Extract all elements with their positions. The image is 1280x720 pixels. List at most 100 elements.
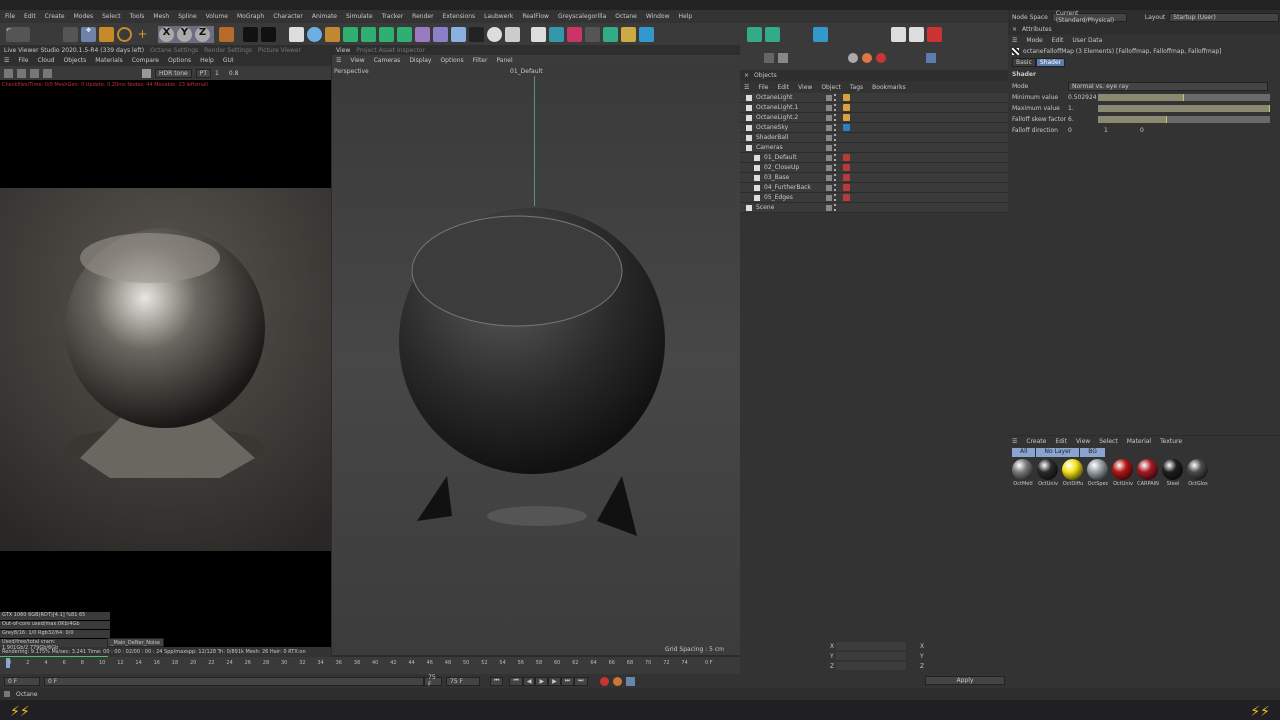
visibility-dots-icon[interactable] xyxy=(834,194,838,201)
render-view-button[interactable] xyxy=(243,26,258,42)
play-button[interactable]: ▶ xyxy=(535,676,549,686)
mode-dropdown[interactable]: Normal vs. eye ray xyxy=(1068,82,1268,91)
disc-icon[interactable] xyxy=(307,26,322,42)
close-icon[interactable]: × xyxy=(1012,26,1017,33)
object-name[interactable]: Scene xyxy=(756,204,826,211)
falloff-skew-input[interactable]: 6. xyxy=(1068,116,1098,123)
menu-mesh[interactable]: Mesh xyxy=(153,13,169,20)
direction-y-input[interactable]: 1 xyxy=(1104,127,1140,134)
hamburger-icon[interactable]: ☰ xyxy=(744,84,749,91)
field-icon[interactable] xyxy=(433,26,448,42)
minimum-value-slider[interactable] xyxy=(1098,94,1270,101)
hamburger-icon[interactable]: ☰ xyxy=(4,57,9,64)
material-swatch[interactable]: CARPAIN xyxy=(1137,459,1159,487)
obj-menu-object[interactable]: Object xyxy=(821,84,841,91)
light-tag-icon[interactable] xyxy=(843,114,850,121)
light-icon[interactable] xyxy=(487,26,502,42)
value-b-input[interactable]: 0.8 xyxy=(229,70,239,77)
menu-extensions[interactable]: Extensions xyxy=(443,13,476,20)
vp-menu-options[interactable]: Options xyxy=(440,57,463,64)
object-name[interactable]: OctaneSky xyxy=(756,124,826,131)
light-tag-icon[interactable] xyxy=(843,104,850,111)
obj-menu-edit[interactable]: Edit xyxy=(777,84,789,91)
sculpt-icon[interactable] xyxy=(603,26,618,42)
move-tool-button[interactable]: ✥ xyxy=(81,26,96,42)
falloff-skew-slider[interactable] xyxy=(1098,116,1270,123)
download-icon[interactable] xyxy=(505,26,520,42)
layer-checkbox[interactable] xyxy=(826,194,832,201)
direction-z-input[interactable]: 0 xyxy=(1140,127,1176,134)
lv-menu-objects[interactable]: Objects xyxy=(64,57,87,64)
3d-viewport[interactable]: Perspective 01_Default Grid Spacing : 5 … xyxy=(332,66,740,655)
rotate-tool-button[interactable] xyxy=(117,26,132,42)
cloner-icon[interactable] xyxy=(379,26,394,42)
layer-checkbox[interactable] xyxy=(826,94,832,101)
vp-menu-filter[interactable]: Filter xyxy=(473,57,488,64)
tool-icon[interactable] xyxy=(778,52,788,63)
next-key-button[interactable]: ⏭ xyxy=(560,676,575,686)
tab-asset-inspector[interactable]: Project Asset Inspector xyxy=(356,47,425,54)
select-tool-button[interactable] xyxy=(63,26,78,42)
lv-menu-compare[interactable]: Compare xyxy=(132,57,159,64)
material-ball-icon[interactable] xyxy=(876,52,886,63)
object-name[interactable]: 04_FurtherBack xyxy=(764,184,826,191)
layer-checkbox[interactable] xyxy=(826,134,832,141)
camera-tag-icon[interactable] xyxy=(843,154,850,161)
coordinate-system-button[interactable] xyxy=(219,26,234,42)
material-swatch[interactable]: Steel xyxy=(1162,459,1184,487)
go-to-end-button[interactable]: ⏭ xyxy=(574,676,588,686)
laubwerk-icon[interactable] xyxy=(813,26,828,42)
mat-menu-edit[interactable]: Edit xyxy=(1055,438,1067,445)
object-name[interactable]: Cameras xyxy=(756,144,826,151)
node-space-dropdown[interactable]: Current (Standard/Physical) xyxy=(1051,10,1127,24)
autokey-icon[interactable] xyxy=(612,676,622,686)
lv-menu-gui[interactable]: GUI xyxy=(223,57,234,64)
pause-icon[interactable] xyxy=(30,68,39,78)
tab-octane-settings[interactable]: Octane Settings xyxy=(150,47,198,54)
record-icon[interactable] xyxy=(599,676,609,686)
octane-settings-icon[interactable] xyxy=(585,26,600,42)
mat-menu-material[interactable]: Material xyxy=(1127,438,1151,445)
mograph-icon[interactable] xyxy=(397,26,412,42)
material-swatch[interactable]: OctSpec xyxy=(1087,459,1109,487)
object-row[interactable]: OctaneSky xyxy=(740,123,1008,133)
object-row[interactable]: Scene xyxy=(740,203,1008,213)
visibility-dots-icon[interactable] xyxy=(834,104,838,111)
octane-objects-icon[interactable] xyxy=(549,26,564,42)
light-tag-icon[interactable] xyxy=(843,94,850,101)
object-row[interactable]: ShaderBall xyxy=(740,133,1008,143)
layout-dropdown[interactable]: Startup (User) xyxy=(1169,12,1280,22)
layer-checkbox[interactable] xyxy=(826,184,832,191)
send-scene-icon[interactable] xyxy=(4,68,13,78)
scale-tool-button[interactable] xyxy=(99,26,114,42)
obj-menu-bookmarks[interactable]: Bookmarks xyxy=(872,84,906,91)
object-row[interactable]: 01_Default xyxy=(740,153,1008,163)
obj-menu-file[interactable]: File xyxy=(758,84,768,91)
menu-laubwerk[interactable]: Laubwerk xyxy=(484,13,513,20)
preview-end-input[interactable]: 75 F xyxy=(424,674,442,688)
menu-render[interactable]: Render xyxy=(412,13,433,20)
filter-all[interactable]: All xyxy=(1012,447,1036,457)
render-icon[interactable] xyxy=(926,52,936,63)
camera-tag-icon[interactable] xyxy=(843,174,850,181)
filter-no-layer[interactable]: No Layer xyxy=(1036,447,1080,457)
visibility-dots-icon[interactable] xyxy=(834,164,838,171)
stop-icon[interactable] xyxy=(43,68,52,78)
restart-icon[interactable] xyxy=(17,68,26,78)
mat-menu-select[interactable]: Select xyxy=(1099,438,1118,445)
coord-input[interactable] xyxy=(836,652,906,660)
octane-tools-icon[interactable] xyxy=(531,26,546,42)
object-name[interactable]: 05_Edges xyxy=(764,194,826,201)
menu-help[interactable]: Help xyxy=(678,13,692,20)
mat-menu-create[interactable]: Create xyxy=(1026,438,1046,445)
pen-icon[interactable] xyxy=(325,26,340,42)
sky-tag-icon[interactable] xyxy=(843,124,850,131)
maximum-value-slider[interactable] xyxy=(1098,105,1270,112)
camera-tag-icon[interactable] xyxy=(843,194,850,201)
vp-menu-cameras[interactable]: Cameras xyxy=(374,57,401,64)
menu-animate[interactable]: Animate xyxy=(312,13,337,20)
visibility-dots-icon[interactable] xyxy=(834,94,838,101)
end-frame-input[interactable]: 75 F xyxy=(446,676,480,686)
menu-character[interactable]: Character xyxy=(273,13,303,20)
next-frame-button[interactable]: ▶ xyxy=(548,676,561,686)
